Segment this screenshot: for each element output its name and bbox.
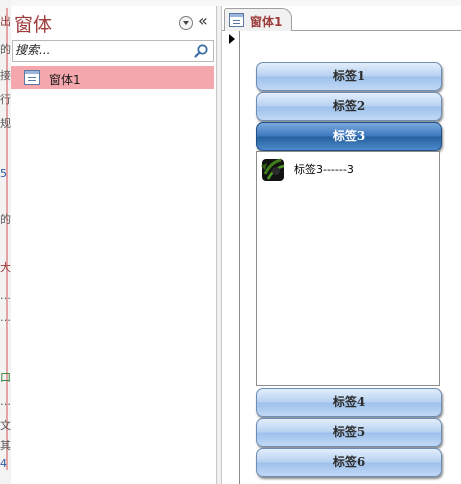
background-text-fragment: … [0, 395, 11, 408]
background-text-fragment: 的 [0, 43, 11, 56]
background-text-fragment: 接 [0, 69, 11, 82]
navigation-pane: 窗体 « 窗体1 [11, 6, 217, 484]
background-text-fragment: 大 [0, 261, 11, 274]
collapse-pane-icon[interactable]: « [198, 11, 208, 30]
tag4-button[interactable]: 标签4 [256, 388, 442, 417]
tag2-button[interactable]: 标签2 [256, 92, 442, 121]
background-text-fragment: 4 [0, 457, 7, 470]
tag1-button[interactable]: 标签1 [256, 62, 442, 91]
current-record-arrow-icon [229, 34, 235, 44]
search-box [12, 40, 214, 62]
nav-pane-menu-dropdown-icon[interactable] [179, 16, 193, 30]
background-text-fragment: 的 [0, 213, 11, 226]
nav-pane-title[interactable]: 窗体 [14, 10, 52, 37]
content-label: 标签3------3 [294, 163, 354, 176]
content-panel: 标签3------3 [256, 151, 440, 386]
search-icon[interactable] [193, 43, 209, 59]
background-text-fragment: 5 [0, 167, 7, 180]
tab-form1[interactable]: 窗体1 [224, 8, 292, 32]
tab-label: 窗体1 [250, 15, 283, 29]
content-image [261, 158, 285, 181]
background-text-fragment: 规 [0, 117, 11, 130]
background-text-fragment: 文 [0, 419, 11, 432]
tag3-button[interactable]: 标签3 [256, 122, 442, 151]
record-selector[interactable] [222, 31, 240, 484]
background-text-fragment: 行 [0, 93, 11, 106]
background-text-fragment: 口 [0, 371, 11, 384]
background-text-fragment: … [0, 311, 11, 324]
tag5-button[interactable]: 标签5 [256, 418, 442, 447]
form-icon [24, 70, 40, 85]
document-tab-strip: 窗体1 [222, 6, 461, 32]
nav-item-form1[interactable]: 窗体1 [11, 66, 214, 89]
background-text-fragment: 其 [0, 439, 11, 452]
nav-item-label: 窗体1 [49, 73, 81, 87]
form-icon [229, 13, 244, 27]
background-text-fragment: … [0, 289, 11, 302]
form-view: 标签1 标签2 标签3 标签3------3 标签4 标签5 标签6 [222, 31, 461, 484]
tag6-button[interactable]: 标签6 [256, 448, 442, 477]
background-text-fragment: 出 [0, 15, 11, 28]
search-input[interactable] [15, 42, 189, 58]
